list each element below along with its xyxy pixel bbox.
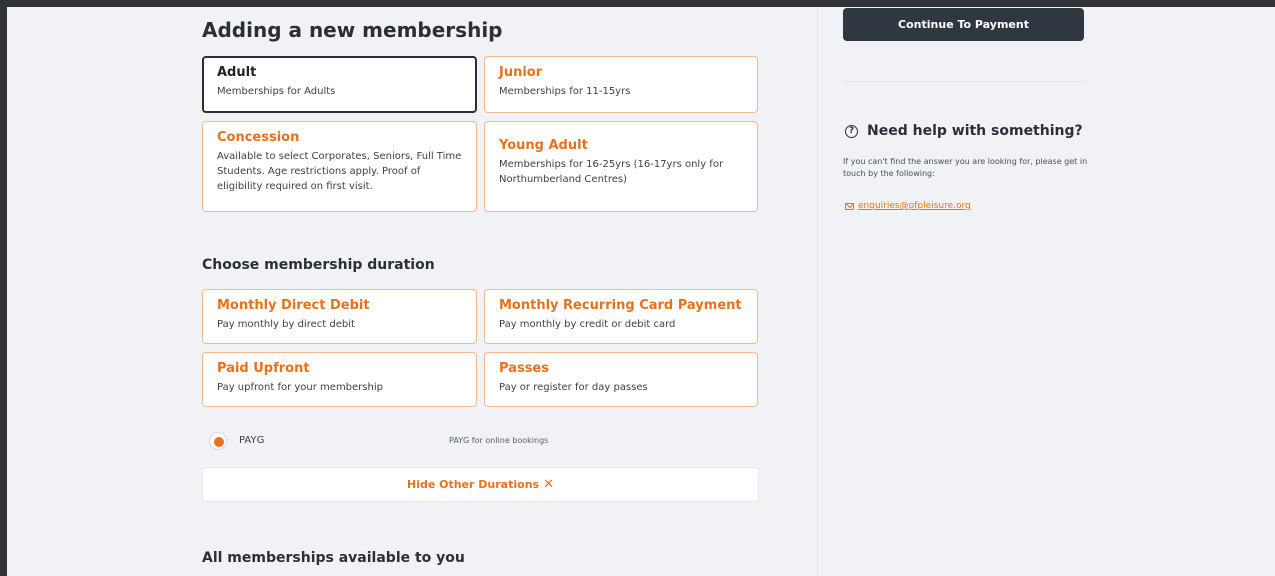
main-content: Adding a new membership Adult Membership…	[7, 7, 817, 576]
duration-option-paid-upfront[interactable]: Paid Upfront Pay upfront for your member…	[202, 352, 477, 407]
membership-option-title: Concession	[217, 130, 300, 145]
duration-option-title: Monthly Recurring Card Payment	[499, 298, 742, 313]
membership-option-concession[interactable]: Concession Available to select Corporate…	[202, 121, 477, 212]
membership-option-title: Adult	[217, 65, 257, 80]
membership-option-title: Junior	[499, 65, 543, 80]
all-memberships-heading: All memberships available to you	[202, 550, 465, 566]
help-text: If you can't find the answer you are loo…	[843, 157, 1088, 178]
hide-other-durations-button[interactable]: Hide Other Durations ✕	[202, 467, 759, 502]
payg-radio[interactable]	[209, 432, 227, 450]
hide-other-durations-label: Hide Other Durations	[407, 478, 540, 491]
continue-to-payment-button[interactable]: Continue To Payment	[843, 8, 1084, 41]
membership-option-desc: Available to select Corporates, Seniors,…	[217, 151, 462, 192]
membership-option-junior[interactable]: Junior Memberships for 11-15yrs	[484, 56, 758, 113]
duration-option-passes[interactable]: Passes Pay or register for day passes	[484, 352, 758, 407]
page-title: Adding a new membership	[202, 18, 503, 42]
membership-option-desc: Memberships for 16-25yrs (16-17yrs only …	[499, 159, 724, 185]
sidebar-divider	[843, 81, 1084, 82]
membership-option-adult[interactable]: Adult Memberships for Adults	[202, 56, 477, 113]
email-link[interactable]: enquiries@pfpleisure.org	[858, 201, 971, 211]
duration-option-title: Passes	[499, 361, 549, 376]
payg-label: PAYG	[239, 435, 265, 446]
duration-option-desc: Pay upfront for your membership	[217, 382, 383, 393]
question-circle-icon: ?	[845, 125, 858, 138]
page-frame: Adding a new membership Adult Membership…	[7, 7, 1275, 576]
duration-heading: Choose membership duration	[202, 257, 435, 273]
duration-option-desc: Pay monthly by direct debit	[217, 319, 355, 330]
help-title: Need help with something?	[867, 123, 1083, 139]
close-icon: ✕	[543, 477, 554, 492]
sidebar: Continue To Payment ? Need help with som…	[817, 7, 1275, 576]
membership-option-young-adult[interactable]: Young Adult Memberships for 16-25yrs (16…	[484, 121, 758, 212]
duration-option-desc: Pay or register for day passes	[499, 382, 648, 393]
payg-description: PAYG for online bookings	[449, 436, 549, 445]
membership-option-desc: Memberships for Adults	[217, 86, 336, 97]
duration-option-desc: Pay monthly by credit or debit card	[499, 319, 676, 330]
membership-option-title: Young Adult	[499, 138, 588, 153]
duration-option-title: Monthly Direct Debit	[217, 298, 370, 313]
duration-option-monthly-card[interactable]: Monthly Recurring Card Payment Pay month…	[484, 289, 758, 344]
payg-option[interactable]: PAYG PAYG for online bookings	[209, 432, 759, 452]
duration-option-title: Paid Upfront	[217, 361, 310, 376]
duration-option-monthly-direct-debit[interactable]: Monthly Direct Debit Pay monthly by dire…	[202, 289, 477, 344]
mail-icon	[845, 203, 854, 210]
membership-option-desc: Memberships for 11-15yrs	[499, 86, 631, 97]
